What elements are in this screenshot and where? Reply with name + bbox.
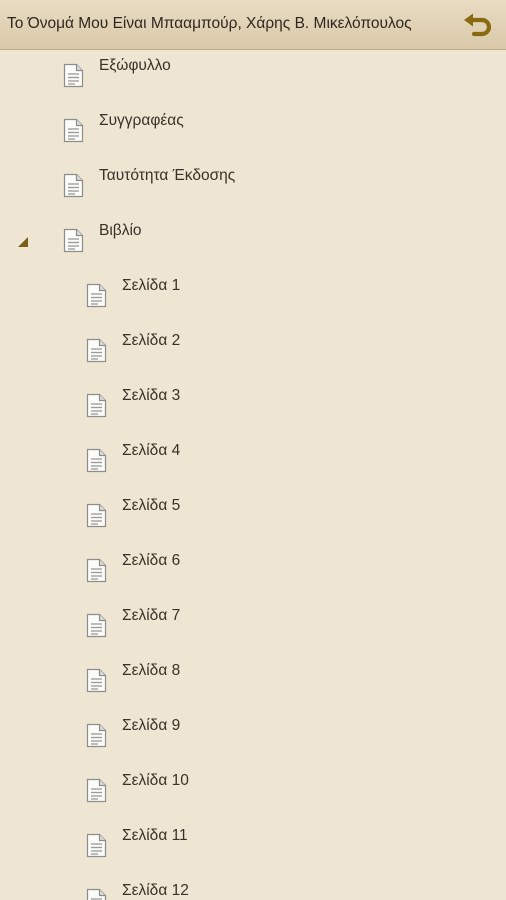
- toc-item-label: Σελίδα 7: [122, 607, 181, 624]
- toc-item-page-1[interactable]: Σελίδα 1: [0, 270, 506, 325]
- toc-item-label: Σελίδα 3: [122, 387, 181, 404]
- toc-item-label: Σελίδα 10: [122, 772, 189, 789]
- toc-item-label: Σελίδα 12: [122, 882, 189, 899]
- document-icon: [63, 118, 84, 143]
- document-icon: [86, 778, 107, 803]
- document-icon: [86, 503, 107, 528]
- toc-item-page-9[interactable]: Σελίδα 9: [0, 710, 506, 765]
- document-icon: [86, 558, 107, 583]
- toc-item-page-2[interactable]: Σελίδα 2: [0, 325, 506, 380]
- document-icon: [86, 448, 107, 473]
- toc-item-label: Σελίδα 6: [122, 552, 181, 569]
- toc-item-cover[interactable]: Εξώφυλλο: [0, 50, 506, 105]
- document-icon: [86, 283, 107, 308]
- expanded-triangle-icon[interactable]: [17, 236, 29, 248]
- document-icon: [86, 888, 107, 900]
- toc-item-label: Σελίδα 11: [122, 827, 188, 844]
- toc-item-page-3[interactable]: Σελίδα 3: [0, 380, 506, 435]
- document-icon: [63, 63, 84, 88]
- document-icon: [86, 723, 107, 748]
- toc-item-page-12[interactable]: Σελίδα 12: [0, 875, 506, 900]
- undo-arrow-icon: [464, 13, 492, 37]
- book-title: Το Όνομά Μου Είναι Μπααμπούρ, Χάρης Β. Μ…: [7, 15, 412, 32]
- document-icon: [86, 833, 107, 858]
- document-icon: [63, 173, 84, 198]
- toc-item-page-6[interactable]: Σελίδα 6: [0, 545, 506, 600]
- toc-item-label: Σελίδα 8: [122, 662, 181, 679]
- toc-item-page-7[interactable]: Σελίδα 7: [0, 600, 506, 655]
- toc-item-label: Σελίδα 2: [122, 332, 181, 349]
- toc-item-label: Ταυτότητα Έκδοσης: [99, 167, 236, 184]
- toc-item-page-5[interactable]: Σελίδα 5: [0, 490, 506, 545]
- toc-item-label: Σελίδα 9: [122, 717, 181, 734]
- toc-item-book[interactable]: Βιβλίο: [0, 215, 506, 270]
- toc-item-label: Σελίδα 4: [122, 442, 181, 459]
- toc-item-label: Εξώφυλλο: [99, 57, 171, 74]
- document-icon: [86, 338, 107, 363]
- document-icon: [86, 393, 107, 418]
- toc-item-page-4[interactable]: Σελίδα 4: [0, 435, 506, 490]
- table-of-contents: Εξώφυλλο Συγγραφέας Ταυτότητα Έκδοσης Βι…: [0, 50, 506, 900]
- toc-item-page-11[interactable]: Σελίδα 11: [0, 820, 506, 875]
- back-button[interactable]: [462, 11, 494, 39]
- toc-item-label: Σελίδα 5: [122, 497, 181, 514]
- document-icon: [63, 228, 84, 253]
- toc-item-edition-identity[interactable]: Ταυτότητα Έκδοσης: [0, 160, 506, 215]
- toc-item-label: Συγγραφέας: [99, 112, 184, 129]
- toc-item-label: Σελίδα 1: [122, 277, 181, 294]
- document-icon: [86, 668, 107, 693]
- document-icon: [86, 613, 107, 638]
- toc-item-label: Βιβλίο: [99, 222, 142, 239]
- toc-item-author[interactable]: Συγγραφέας: [0, 105, 506, 160]
- top-bar: Το Όνομά Μου Είναι Μπααμπούρ, Χάρης Β. Μ…: [0, 0, 506, 50]
- toc-item-page-10[interactable]: Σελίδα 10: [0, 765, 506, 820]
- toc-item-page-8[interactable]: Σελίδα 8: [0, 655, 506, 710]
